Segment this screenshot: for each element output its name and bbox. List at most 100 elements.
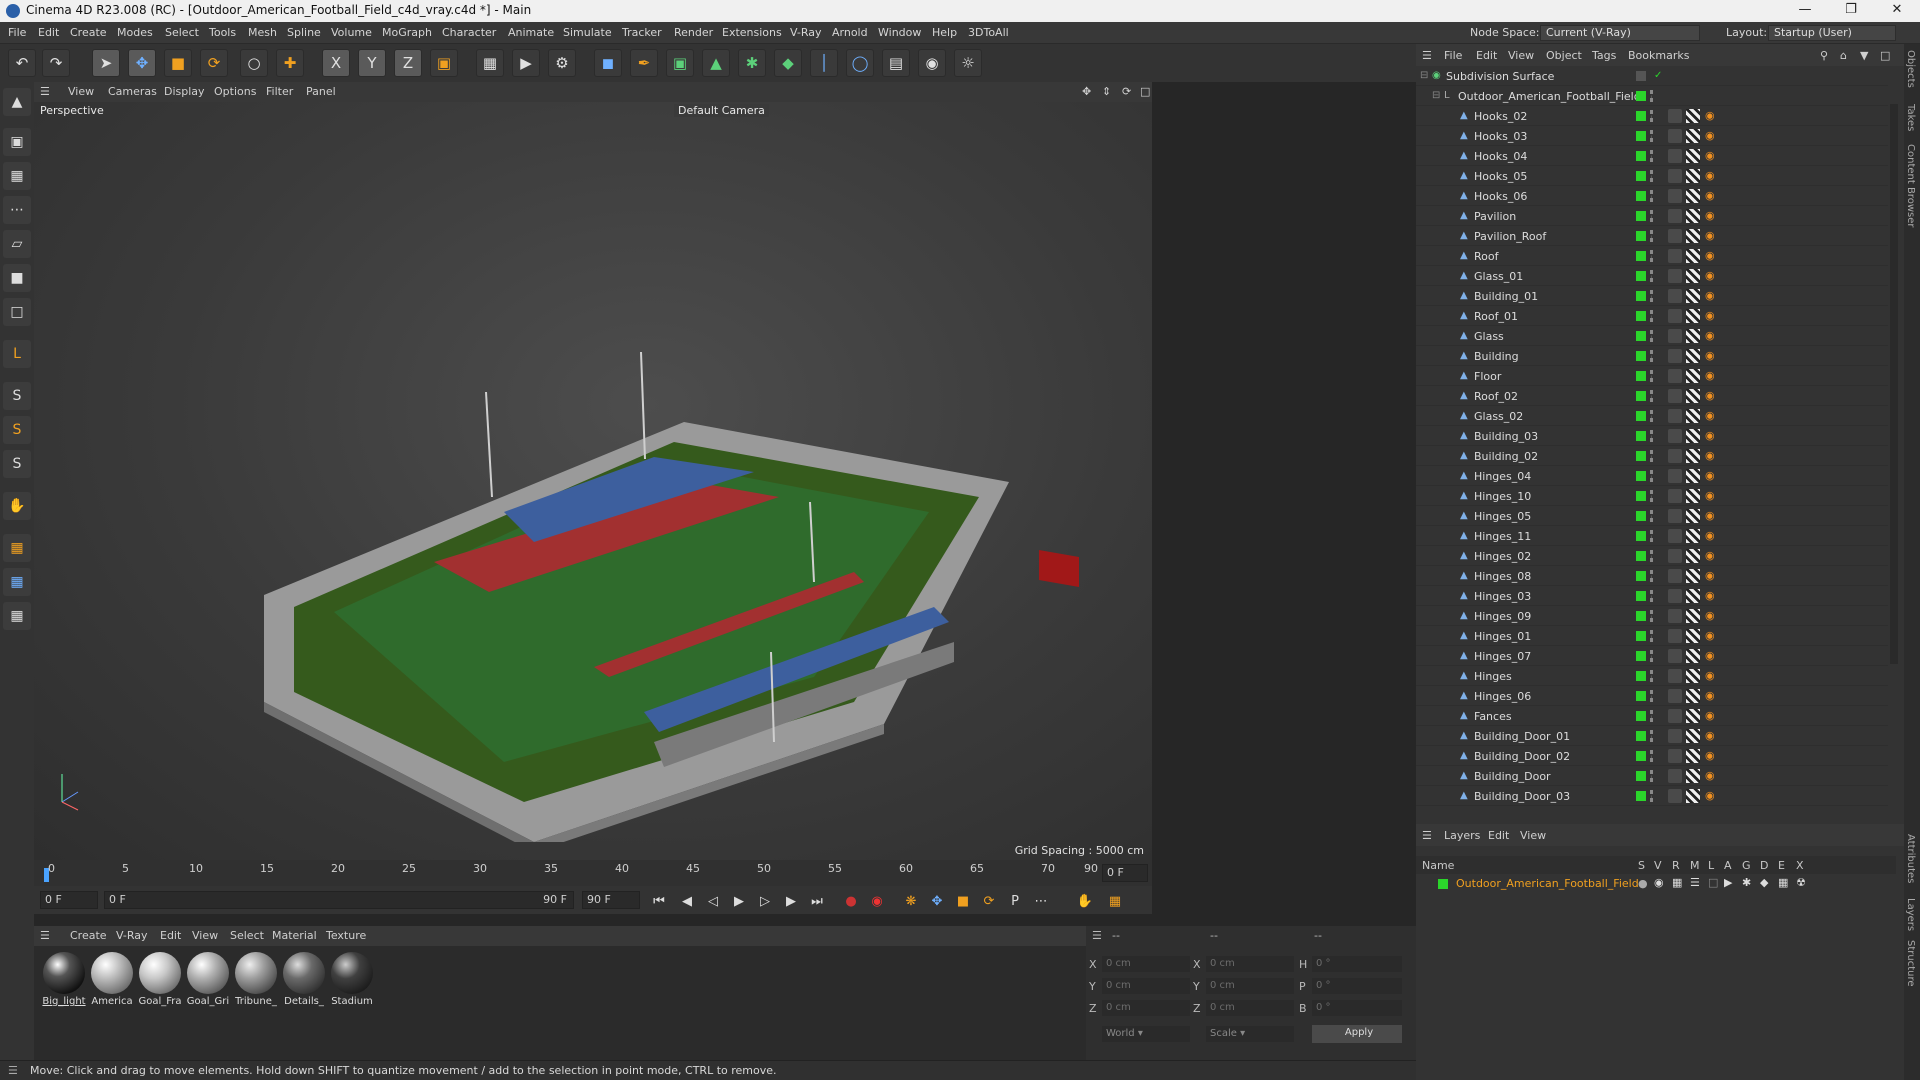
object-row[interactable]: ▲ Roof ◉ [1416, 246, 1888, 266]
tab-takes[interactable]: Takes [1905, 104, 1916, 131]
material-tag-icon[interactable] [1686, 389, 1700, 403]
layer-color-swatch[interactable] [1636, 631, 1646, 641]
object-mode-icon[interactable]: ▣ [3, 128, 31, 156]
workplane-icon[interactable]: ▦ [3, 534, 31, 562]
visibility-dots-icon[interactable] [1650, 650, 1653, 662]
start-frame-field[interactable]: 0 F [40, 891, 98, 909]
object-row[interactable]: ▲ Hinges_05 ◉ [1416, 506, 1888, 526]
phong-tag-icon[interactable] [1668, 329, 1682, 343]
object-row[interactable]: ▲ Hooks_05 ◉ [1416, 166, 1888, 186]
tab-structure[interactable]: Structure [1905, 940, 1916, 987]
end-frame-field[interactable]: 0 F [1102, 864, 1148, 882]
material-item[interactable]: Goal_Fra [138, 952, 182, 1007]
axis-y-icon[interactable]: Y [358, 49, 386, 77]
texture-tag-icon[interactable]: ◉ [1705, 550, 1717, 562]
close-button[interactable]: ✕ [1874, 0, 1920, 22]
workplane-snap-icon[interactable]: S [3, 450, 31, 478]
texture-tag-icon[interactable]: ◉ [1705, 510, 1717, 522]
material-tag-icon[interactable] [1686, 609, 1700, 623]
layer-color-swatch[interactable] [1636, 571, 1646, 581]
next-frame-icon[interactable]: ▷ [754, 890, 776, 912]
transform-icon[interactable]: ✚ [276, 49, 304, 77]
snap-settings-icon[interactable]: S [3, 416, 31, 444]
object-row[interactable]: ▲ Building_Door_03 ◉ [1416, 786, 1888, 806]
visibility-dots-icon[interactable] [1650, 750, 1653, 762]
layer-color-swatch[interactable] [1636, 251, 1646, 261]
layer-color-swatch[interactable] [1636, 591, 1646, 601]
tab-attributes[interactable]: Attributes [1905, 834, 1916, 883]
texture-tag-icon[interactable]: ◉ [1705, 410, 1717, 422]
object-scrollbar[interactable] [1890, 104, 1898, 664]
visibility-dots-icon[interactable] [1650, 430, 1653, 442]
model-mode-icon[interactable]: ▲ [3, 88, 31, 116]
vp-menu-view[interactable]: View [68, 85, 94, 98]
phong-tag-icon[interactable] [1668, 789, 1682, 803]
material-tag-icon[interactable] [1686, 289, 1700, 303]
size-y-field[interactable]: 0 cm [1206, 978, 1294, 994]
layer-render-icon[interactable]: ▦ [1672, 876, 1682, 889]
visibility-dots-icon[interactable] [1650, 370, 1653, 382]
visibility-dots-icon[interactable] [1650, 770, 1653, 782]
material-tag-icon[interactable] [1686, 729, 1700, 743]
editable-check[interactable] [1636, 71, 1646, 81]
phong-tag-icon[interactable] [1668, 669, 1682, 683]
layer-color-swatch[interactable] [1636, 651, 1646, 661]
layer-manager-icon[interactable]: ☰ [1690, 876, 1700, 889]
phong-tag-icon[interactable] [1668, 309, 1682, 323]
orbit-view-icon[interactable]: ⟳ [1122, 85, 1131, 98]
object-row[interactable]: ▲ Building_Door_02 ◉ [1416, 746, 1888, 766]
layer-lock-icon[interactable]: □ [1708, 876, 1718, 889]
layer-menu-layers[interactable]: Layers [1444, 829, 1480, 842]
vp-menu-display[interactable]: Display [164, 85, 205, 98]
menu-edit[interactable]: Edit [38, 26, 59, 39]
rotation-h-field[interactable]: 0 ° [1312, 956, 1402, 972]
material-tag-icon[interactable] [1686, 169, 1700, 183]
object-row[interactable]: ▲ Pavilion ◉ [1416, 206, 1888, 226]
move-tool-icon[interactable]: ✥ [128, 49, 156, 77]
visibility-dots-icon[interactable] [1650, 110, 1653, 122]
obj-menu-object[interactable]: Object [1546, 49, 1582, 62]
locked-workplane-icon[interactable]: ▦ [3, 602, 31, 630]
position-z-field[interactable]: 0 cm [1102, 1000, 1190, 1016]
menu-window[interactable]: Window [878, 26, 921, 39]
go-to-start-icon[interactable]: ⏮ [648, 890, 670, 912]
material-tag-icon[interactable] [1686, 269, 1700, 283]
layer-menu-view[interactable]: View [1520, 829, 1546, 842]
prev-key-icon[interactable]: ◀ [676, 890, 698, 912]
menu-mesh[interactable]: Mesh [248, 26, 277, 39]
phong-tag-icon[interactable] [1668, 209, 1682, 223]
layer-row[interactable]: Outdoor_American_Football_Field ● ◉ ▦ ☰ … [1416, 874, 1896, 894]
object-row[interactable]: ▲ Glass_02 ◉ [1416, 406, 1888, 426]
menu-select[interactable]: Select [165, 26, 199, 39]
visibility-dots-icon[interactable] [1650, 390, 1653, 402]
layer-color-swatch[interactable] [1636, 271, 1646, 281]
layer-color-swatch[interactable] [1636, 551, 1646, 561]
layer-color-swatch[interactable] [1636, 491, 1646, 501]
mat-menu-texture[interactable]: Texture [326, 929, 366, 942]
timeline-ruler[interactable]: 0 5 10 15 20 25 30 35 40 45 50 55 60 65 … [34, 860, 1152, 886]
visibility-dots-icon[interactable] [1650, 690, 1653, 702]
visibility-dots-icon[interactable] [1650, 590, 1653, 602]
menu-arnold[interactable]: Arnold [832, 26, 868, 39]
filter-icon[interactable]: ▼ [1860, 49, 1868, 62]
object-row[interactable]: ▲ Hinges_03 ◉ [1416, 586, 1888, 606]
material-item[interactable]: Stadium [330, 952, 374, 1007]
visibility-dots-icon[interactable] [1650, 330, 1653, 342]
phong-tag-icon[interactable] [1668, 689, 1682, 703]
phong-tag-icon[interactable] [1668, 529, 1682, 543]
layer-color-swatch[interactable] [1636, 471, 1646, 481]
dolly-view-icon[interactable]: ⇕ [1102, 85, 1111, 98]
texture-tag-icon[interactable]: ◉ [1705, 450, 1717, 462]
material-item[interactable]: America [90, 952, 134, 1007]
phong-tag-icon[interactable] [1668, 269, 1682, 283]
layer-color-swatch[interactable] [1636, 711, 1646, 721]
visibility-dots-icon[interactable] [1650, 490, 1653, 502]
collapse-icon[interactable]: ⊟ [1432, 91, 1442, 101]
texture-tag-icon[interactable]: ◉ [1705, 190, 1717, 202]
texture-tag-icon[interactable]: ◉ [1705, 770, 1717, 782]
menu-modes[interactable]: Modes [117, 26, 153, 39]
layer-color-swatch[interactable] [1636, 451, 1646, 461]
material-tag-icon[interactable] [1686, 109, 1700, 123]
object-row[interactable]: ▲ Hinges_01 ◉ [1416, 626, 1888, 646]
texture-tag-icon[interactable]: ◉ [1705, 370, 1717, 382]
